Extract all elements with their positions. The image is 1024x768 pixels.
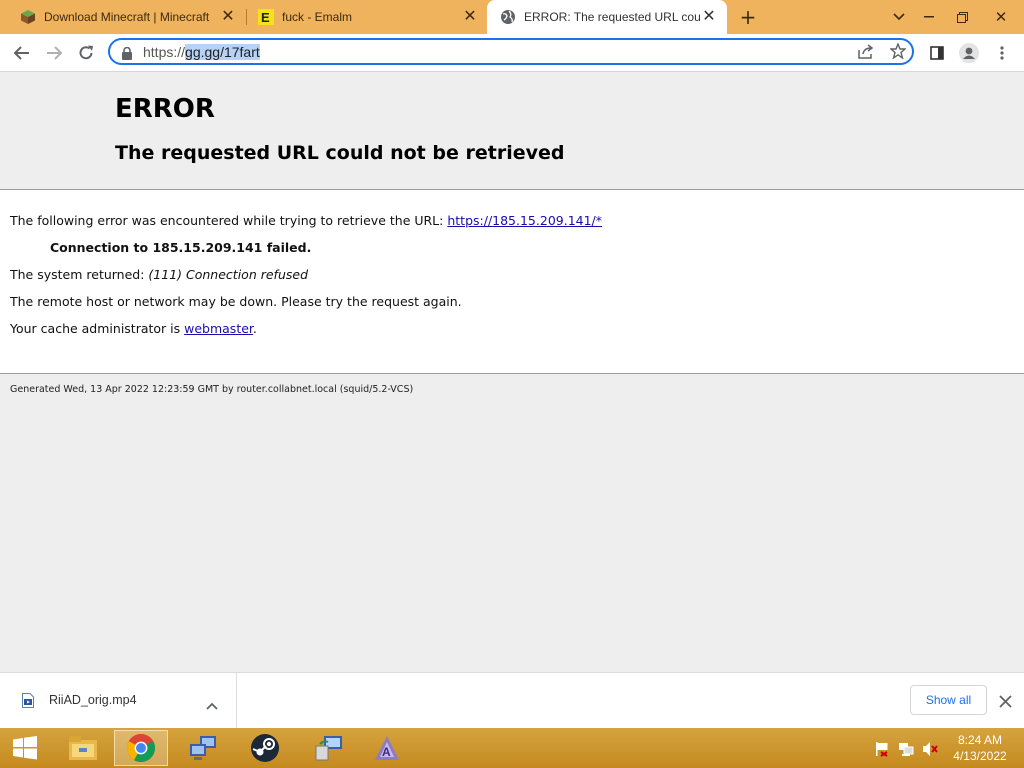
error-connection-failed: Connection to 185.15.209.141 failed. — [50, 240, 312, 255]
tab-title: fuck - Emalm — [282, 10, 353, 24]
menu-kebab-icon[interactable] — [988, 39, 1016, 67]
volume-muted-icon[interactable] — [922, 741, 938, 761]
error-title: ERROR — [115, 94, 215, 124]
error-line-url: The following error was encountered whil… — [10, 213, 602, 228]
browser-toolbar: https://gg.gg/17fart — [0, 34, 1024, 72]
minecraft-grass-icon — [20, 9, 36, 25]
close-tab-icon[interactable]: ✕ — [701, 9, 717, 25]
url-text: https://gg.gg/17fart — [143, 44, 260, 60]
remote-desktop-icon[interactable] — [302, 730, 356, 766]
windows-taskbar: A 8:24 AM 4/13/2022 — [0, 728, 1024, 768]
error-line-url-text: The following error was encountered whil… — [10, 213, 448, 228]
system-returned-value: (111) Connection refused — [148, 267, 308, 282]
file-explorer-icon[interactable] — [56, 730, 110, 766]
address-bar[interactable]: https://gg.gg/17fart — [108, 38, 914, 65]
clock-time: 8:24 AM — [957, 733, 1003, 747]
side-panel-icon[interactable] — [923, 39, 951, 67]
error-url-link[interactable]: https://185.15.209.141/* — [447, 213, 602, 228]
webmaster-link[interactable]: webmaster — [184, 321, 253, 336]
download-filename: RiiAD_orig.mp4 — [49, 693, 137, 707]
chrome-icon[interactable] — [114, 730, 168, 766]
restore-button[interactable] — [946, 0, 978, 34]
reload-button[interactable] — [72, 39, 100, 67]
forward-button[interactable] — [40, 39, 68, 67]
tab-emalm[interactable]: E fuck - Emalm ✕ — [238, 0, 488, 34]
close-tab-icon[interactable]: ✕ — [220, 9, 236, 25]
tab-error[interactable]: ERROR: The requested URL could ✕ — [487, 0, 727, 34]
error-system-returned: The system returned: (111) Connection re… — [10, 267, 308, 282]
network-status-icon[interactable] — [898, 741, 914, 761]
new-tab-button[interactable]: + — [735, 0, 761, 34]
error-cache-admin: Your cache administrator is webmaster. — [10, 321, 257, 336]
error-subtitle: The requested URL could not be retrieved — [115, 142, 565, 164]
generated-footer: Generated Wed, 13 Apr 2022 12:23:59 GMT … — [10, 384, 414, 395]
chevron-up-icon[interactable] — [206, 695, 218, 714]
tab-search-chevron-icon[interactable] — [886, 0, 912, 34]
download-bar: RiiAD_orig.mp4 Show all — [0, 672, 1024, 729]
network-computer-icon[interactable] — [176, 730, 230, 766]
page-content: ERROR The requested URL could not be ret… — [0, 72, 1024, 672]
tab-strip: Download Minecraft | Minecraft ✕ E fuck … — [0, 0, 1024, 34]
error-header: ERROR The requested URL could not be ret… — [0, 72, 1024, 190]
cache-admin-label: Your cache administrator is — [10, 321, 185, 336]
tab-minecraft[interactable]: Download Minecraft | Minecraft ✕ — [0, 0, 246, 34]
share-icon[interactable] — [858, 44, 874, 63]
close-download-bar-icon[interactable] — [999, 693, 1012, 712]
steam-icon[interactable] — [238, 730, 292, 766]
back-button[interactable] — [8, 39, 36, 67]
url-host-selected: gg.gg/17fart — [185, 44, 260, 60]
close-window-button[interactable]: ✕ — [978, 0, 1024, 34]
app-a-icon[interactable]: A — [360, 730, 414, 766]
profile-avatar-icon[interactable] — [955, 39, 983, 67]
system-clock[interactable]: 8:24 AM 4/13/2022 — [950, 732, 1010, 764]
show-all-button[interactable]: Show all — [910, 685, 987, 715]
svg-text:A: A — [382, 745, 391, 759]
lock-icon[interactable] — [122, 45, 132, 64]
cache-admin-period: . — [252, 321, 257, 336]
bookmark-star-icon[interactable] — [889, 42, 907, 63]
clock-date: 4/13/2022 — [953, 749, 1007, 763]
system-returned-label: The system returned: — [10, 267, 149, 282]
flag-notification-icon[interactable] — [874, 741, 890, 761]
tab-title: ERROR: The requested URL could — [524, 10, 701, 24]
video-file-icon — [22, 693, 34, 712]
globe-icon — [500, 9, 516, 25]
start-button[interactable] — [0, 730, 50, 766]
error-remote-host-note: The remote host or network may be down. … — [10, 294, 462, 309]
svg-text:E: E — [261, 10, 270, 25]
download-item[interactable]: RiiAD_orig.mp4 — [0, 673, 237, 729]
emalm-e-icon: E — [258, 9, 274, 25]
close-tab-icon[interactable]: ✕ — [462, 9, 478, 25]
tab-title: Download Minecraft | Minecraft — [44, 10, 210, 24]
minimize-button[interactable] — [912, 0, 946, 34]
url-scheme: https:// — [143, 44, 186, 60]
error-details: The following error was encountered whil… — [0, 190, 1024, 374]
